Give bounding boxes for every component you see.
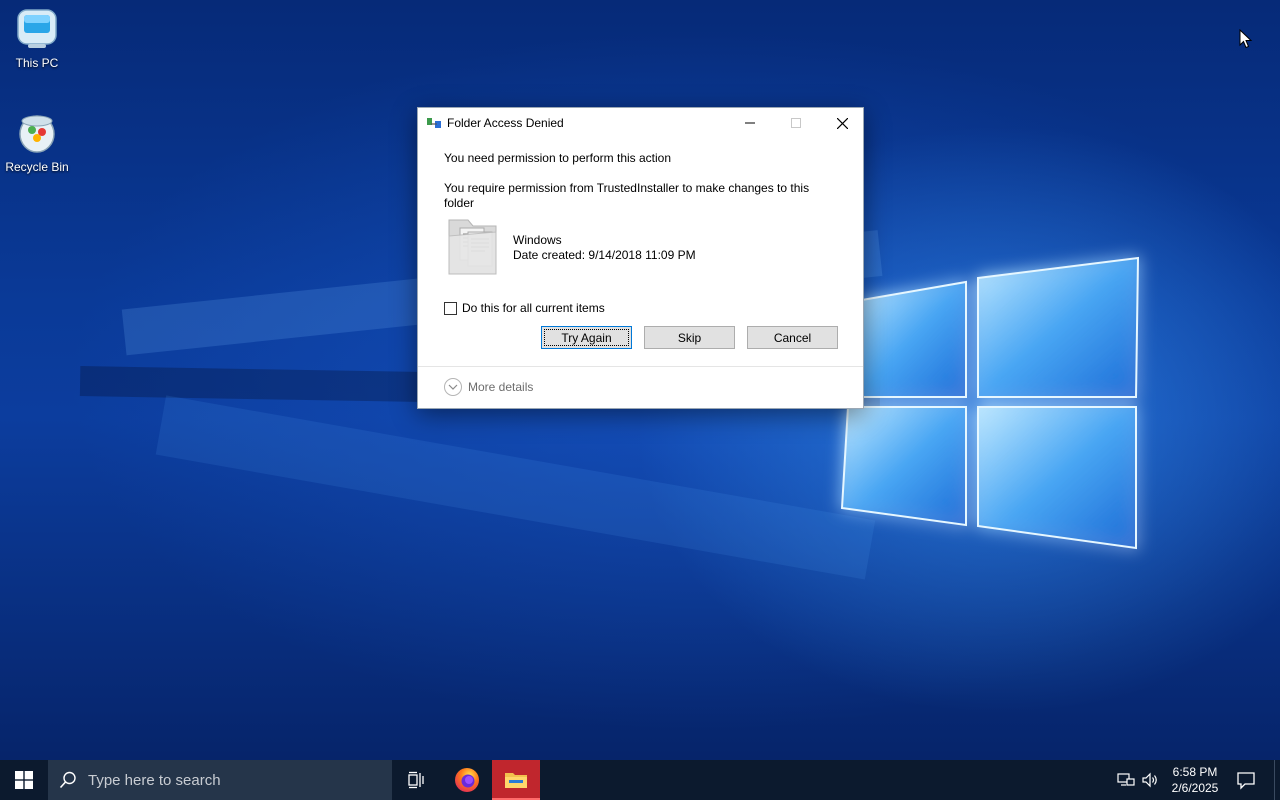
more-details-label: More details bbox=[468, 380, 534, 394]
apply-to-all-label[interactable]: Do this for all current items bbox=[462, 301, 605, 315]
folder-access-denied-dialog: Folder Access Denied You need permission… bbox=[417, 107, 864, 409]
taskbar: Type here to search 6:58 PM 2/6/2025 bbox=[0, 760, 1280, 800]
dialog-divider bbox=[418, 366, 863, 367]
close-button[interactable] bbox=[819, 108, 865, 138]
cancel-button[interactable]: Cancel bbox=[747, 326, 838, 349]
windows-start-icon bbox=[15, 771, 33, 789]
close-icon bbox=[836, 117, 848, 129]
desktop-icon-label: This PC bbox=[15, 56, 59, 70]
chevron-down-icon bbox=[444, 378, 462, 396]
taskbar-search-box[interactable]: Type here to search bbox=[48, 760, 392, 800]
skip-button[interactable]: Skip bbox=[644, 326, 735, 349]
apply-to-all-checkbox-row[interactable]: Do this for all current items bbox=[444, 301, 605, 315]
desktop-icon-recycle-bin[interactable]: Recycle Bin bbox=[0, 110, 74, 174]
clock-date: 2/6/2025 bbox=[1171, 781, 1219, 795]
search-icon bbox=[48, 771, 88, 789]
task-view-icon bbox=[408, 771, 424, 789]
item-name: Windows bbox=[513, 233, 562, 247]
firefox-icon bbox=[455, 768, 479, 792]
notifications-icon[interactable] bbox=[1236, 770, 1256, 790]
file-explorer-taskbar-button[interactable] bbox=[492, 760, 540, 800]
desktop-icon-this-pc[interactable]: This PC bbox=[0, 6, 74, 70]
desktop-icon-label: Recycle Bin bbox=[5, 160, 69, 174]
network-icon[interactable] bbox=[1117, 771, 1135, 789]
taskbar-clock[interactable]: 6:58 PM 2/6/2025 bbox=[1166, 764, 1224, 796]
recycle-bin-icon bbox=[14, 110, 60, 156]
maximize-icon bbox=[791, 118, 801, 128]
dialog-message-main: You need permission to perform this acti… bbox=[444, 151, 672, 165]
search-placeholder: Type here to search bbox=[88, 771, 221, 789]
show-desktop-button[interactable] bbox=[1274, 760, 1280, 800]
dialog-title: Folder Access Denied bbox=[447, 116, 564, 130]
item-date: Date created: 9/14/2018 11:09 PM bbox=[513, 248, 696, 262]
task-view-button[interactable] bbox=[392, 760, 440, 800]
folder-icon bbox=[448, 219, 497, 275]
clock-time: 6:58 PM bbox=[1172, 765, 1218, 779]
minimize-icon bbox=[745, 122, 755, 124]
volume-icon[interactable] bbox=[1141, 771, 1159, 789]
try-again-button[interactable]: Try Again bbox=[541, 326, 632, 349]
item-date-label: Date created: bbox=[513, 248, 586, 262]
start-button[interactable] bbox=[0, 760, 48, 800]
more-details-toggle[interactable]: More details bbox=[444, 378, 533, 396]
apply-to-all-checkbox[interactable] bbox=[444, 301, 457, 315]
file-explorer-icon bbox=[505, 773, 527, 788]
minimize-button[interactable] bbox=[727, 108, 773, 138]
item-date-value: 9/14/2018 11:09 PM bbox=[588, 248, 696, 262]
dialog-message-detail: You require permission from TrustedInsta… bbox=[444, 181, 810, 210]
this-pc-icon bbox=[14, 6, 60, 52]
file-move-icon bbox=[427, 118, 441, 128]
dialog-titlebar[interactable]: Folder Access Denied bbox=[418, 108, 863, 138]
firefox-taskbar-button[interactable] bbox=[443, 760, 491, 800]
maximize-button[interactable] bbox=[773, 108, 819, 138]
mouse-cursor-icon bbox=[1239, 29, 1253, 49]
